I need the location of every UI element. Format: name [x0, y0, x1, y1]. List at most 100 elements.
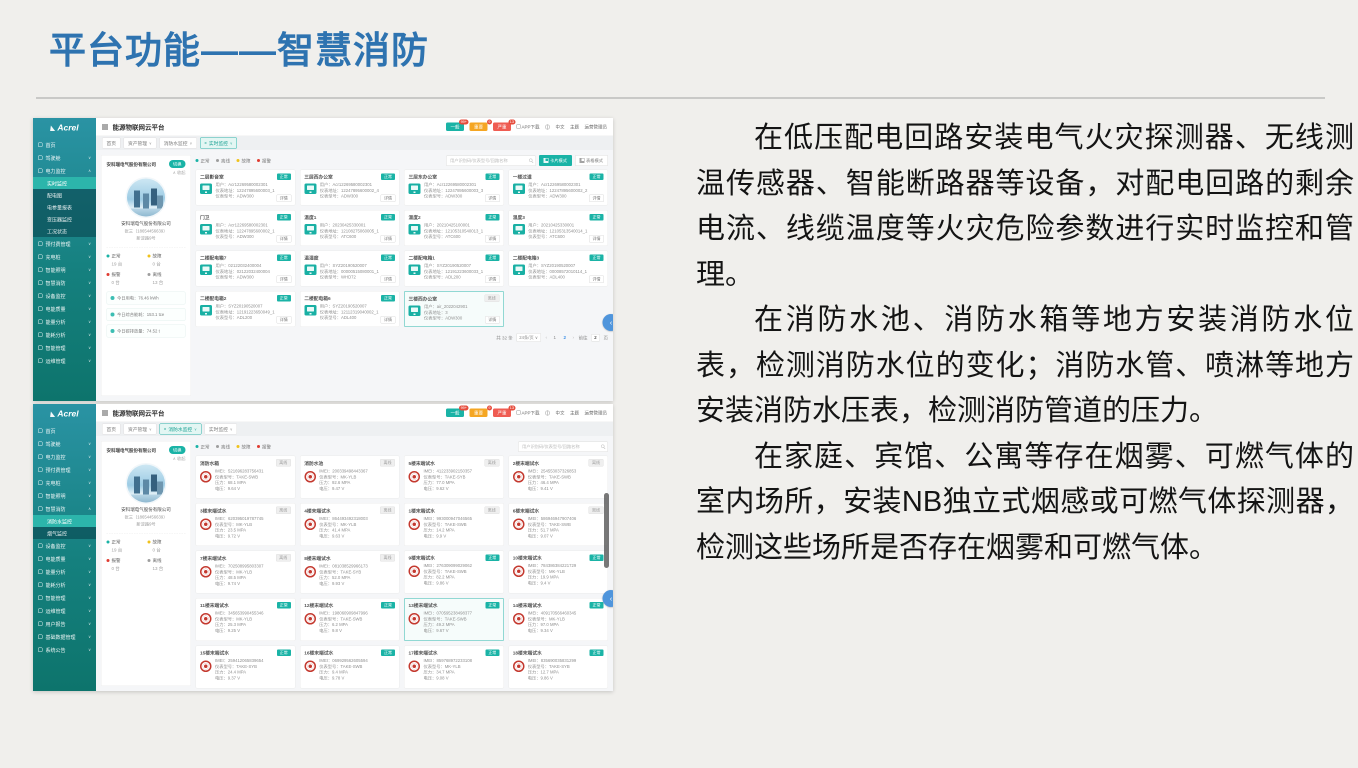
collapse-toggle[interactable]: ∧ 收起	[107, 456, 186, 462]
sidebar-subitem[interactable]: 烟气监控	[33, 527, 96, 539]
sidebar-item[interactable]: 能量分析∨	[33, 565, 96, 578]
device-card[interactable]: 2楼末端试水离线IMEI：254553037326853仪表型号：TAKE-SW…	[508, 456, 608, 499]
detail-button[interactable]: 详情	[485, 316, 500, 324]
sidebar-item[interactable]: 驾驶舱∨	[33, 437, 96, 450]
alarm-badge[interactable]: 严重13	[493, 123, 511, 132]
sidebar-item[interactable]: 预付费管理∨	[33, 237, 96, 250]
detail-button[interactable]: 详情	[276, 195, 291, 203]
device-card[interactable]: 三楼西办公室离线用户：air_2022042901仪表地址：3仪表型号：ADW3…	[404, 291, 504, 327]
floating-panel-button[interactable]: ‹	[603, 314, 614, 331]
sidebar-item[interactable]: 智能照明∨	[33, 489, 96, 502]
detail-button[interactable]: 详情	[485, 235, 500, 243]
menu-toggle-icon[interactable]	[102, 410, 108, 415]
page-size-select[interactable]: 24条/页 ∨	[516, 333, 541, 342]
device-card[interactable]: 二层影音室正常用户：Acr12269580002301仪表地址：12247895…	[196, 170, 296, 206]
sidebar-item[interactable]: 电力监控∧	[33, 164, 96, 177]
alarm-badge[interactable]: 重要9	[469, 409, 487, 418]
device-card[interactable]: 1楼末端试水离线IMEI：993000947046565仪表型号：TAKE-SW…	[404, 503, 504, 546]
sidebar-item[interactable]: 电能质量∨	[33, 552, 96, 565]
device-card[interactable]: 18楼末端试水正常IMEI：835690035831299仪表型号：TAKE-S…	[508, 646, 608, 689]
device-card[interactable]: 三层西办公室正常用户：Acr12269580002301仪表地址：1224789…	[300, 170, 400, 206]
alarm-badge[interactable]: 严重13	[493, 409, 511, 418]
tab-item[interactable]: 资产管理∨	[124, 138, 157, 149]
alarm-badge[interactable]: 一般99+	[446, 409, 464, 418]
sidebar-item[interactable]: 智慧消防∨	[33, 276, 96, 289]
detail-button[interactable]: 详情	[381, 276, 396, 284]
device-card[interactable]: 二楼配电箱2正常用户：SYZ20190520007仪表地址：1219122365…	[196, 291, 296, 327]
sidebar-subitem[interactable]: 变压器监控	[33, 213, 96, 225]
tab-item[interactable]: ×消防水监控∨	[159, 424, 201, 435]
sidebar-item[interactable]: 设备监控∨	[33, 289, 96, 302]
page-number[interactable]: 2	[561, 335, 568, 340]
sidebar-subitem[interactable]: 电参量报表	[33, 201, 96, 213]
alarm-badge[interactable]: 重要9	[469, 123, 487, 132]
sidebar-item[interactable]: 智能照明∨	[33, 263, 96, 276]
search-input[interactable]	[518, 441, 608, 452]
sidebar-item[interactable]: 充电桩∨	[33, 476, 96, 489]
tab-item[interactable]: 消防水监控∨	[159, 138, 197, 149]
next-page-button[interactable]: ›	[571, 335, 575, 340]
language-switch[interactable]: 中文	[555, 124, 564, 131]
sidebar-subitem[interactable]: 实时监控	[33, 177, 96, 189]
detail-button[interactable]: 详情	[276, 235, 291, 243]
sidebar-item[interactable]: 智慧消防∧	[33, 502, 96, 515]
collapse-toggle[interactable]: ∧ 收起	[107, 170, 186, 176]
tab-item[interactable]: 资产管理∨	[124, 424, 157, 435]
sidebar-subitem[interactable]: 配电图	[33, 189, 96, 201]
device-card[interactable]: 消防水箱离线IMEI：521696283756431仪表型号：TAKE-SWB压…	[196, 456, 296, 499]
device-card[interactable]: 二楼配电箱6正常用户：SYZ20190520007仪表地址：1211231904…	[300, 291, 400, 327]
close-icon[interactable]: ×	[164, 427, 167, 432]
detail-button[interactable]: 详情	[381, 195, 396, 203]
sidebar-item[interactable]: 设备监控∨	[33, 539, 96, 552]
detail-button[interactable]: 详情	[381, 316, 396, 324]
device-card[interactable]: 6楼末端试水离线IMEI：586946947907406仪表型号：TAKE-SW…	[508, 503, 608, 546]
sidebar-item[interactable]: 充电桩∨	[33, 250, 96, 263]
prev-page-button[interactable]: ‹	[544, 335, 548, 340]
device-card[interactable]: 13楼末端试水正常IMEI：070595238498377仪表型号：TAKE-S…	[404, 598, 504, 641]
user-account[interactable]: 运营管理员	[584, 124, 607, 131]
sidebar-item[interactable]: 智能管理∨	[33, 341, 96, 354]
detail-button[interactable]: 详情	[589, 235, 604, 243]
device-card[interactable]: 温度1正常用户：20230425330001仪表地址：1210827506000…	[300, 210, 400, 246]
detail-button[interactable]: 详情	[589, 276, 604, 284]
device-card[interactable]: 温湿度正常用户：SYZ20190520007仪表地址：0000051508000…	[300, 251, 400, 287]
language-globe-icon[interactable]	[545, 410, 550, 415]
language-switch[interactable]: 中文	[555, 410, 564, 417]
device-card[interactable]: 门卫正常用户：Acr12269580002301仪表地址：12247895600…	[196, 210, 296, 246]
sidebar-item[interactable]: 预付费管理∨	[33, 463, 96, 476]
device-card[interactable]: 7楼末端试水离线IMEI：702508995803307仪表型号：MK-YLB压…	[196, 551, 296, 594]
sidebar-item[interactable]: 驾驶舱∨	[33, 151, 96, 164]
sidebar-item[interactable]: 能量分析∨	[33, 315, 96, 328]
device-card[interactable]: 15楼末端试水正常IMEI：259412065839654仪表型号：TAKE-S…	[196, 646, 296, 689]
theme-switch[interactable]: 主题	[570, 124, 579, 131]
device-card[interactable]: 17楼末端试水正常IMEI：859768972233108仪表型号：MK-YLB…	[404, 646, 504, 689]
sidebar-item[interactable]: 电能质量∨	[33, 302, 96, 315]
table-mode-button[interactable]: 表格模式	[575, 155, 608, 166]
device-card[interactable]: 3楼末端试水离线IMEI：620395019787745仪表型号：MK-YLB压…	[196, 503, 296, 546]
page-jump-input[interactable]	[591, 334, 600, 342]
detail-button[interactable]: 详情	[276, 316, 291, 324]
device-card[interactable]: 二楼配电箱3正常用户：SYZ20190520007仪表地址：0000857201…	[508, 251, 608, 287]
sidebar-subitem[interactable]: 工况状态	[33, 225, 96, 237]
device-card[interactable]: 5楼末端试水离线IMEI：412233902150357仪表型号：TAKE-SY…	[404, 456, 504, 499]
app-download-link[interactable]: APP下载	[516, 410, 539, 417]
device-card[interactable]: 一楼过道正常用户：Acr12269580002301仪表地址：122478956…	[508, 170, 608, 206]
device-card[interactable]: 温度3正常用户：20210425330001仪表地址：1210531354001…	[508, 210, 608, 246]
sidebar-item[interactable]: 能耗分析∨	[33, 328, 96, 341]
device-card[interactable]: 9楼末端试水正常IMEI：276309099029062仪表型号：TAKE-SW…	[404, 551, 504, 594]
card-mode-button[interactable]: 卡片模式	[539, 155, 572, 166]
alarm-badge[interactable]: 一般99+	[446, 123, 464, 132]
close-icon[interactable]: ×	[204, 141, 207, 146]
tab-item[interactable]: 首页	[102, 424, 121, 435]
search-icon[interactable]	[529, 158, 533, 162]
sidebar-item[interactable]: 运维管理∨	[33, 604, 96, 617]
sidebar-item[interactable]: 首页	[33, 424, 96, 437]
switch-company-button[interactable]: 切换	[169, 160, 186, 168]
floating-panel-button[interactable]: ‹	[603, 590, 614, 607]
device-card[interactable]: 二楼配电箱7正常用户：02122032400004仪表地址：0212203240…	[196, 251, 296, 287]
tab-item[interactable]: ×实时监控∨	[200, 138, 237, 149]
sidebar-item[interactable]: 首页	[33, 138, 96, 151]
tab-item[interactable]: 首页	[102, 138, 121, 149]
page-number[interactable]: 1	[551, 335, 558, 340]
detail-button[interactable]: 详情	[589, 195, 604, 203]
